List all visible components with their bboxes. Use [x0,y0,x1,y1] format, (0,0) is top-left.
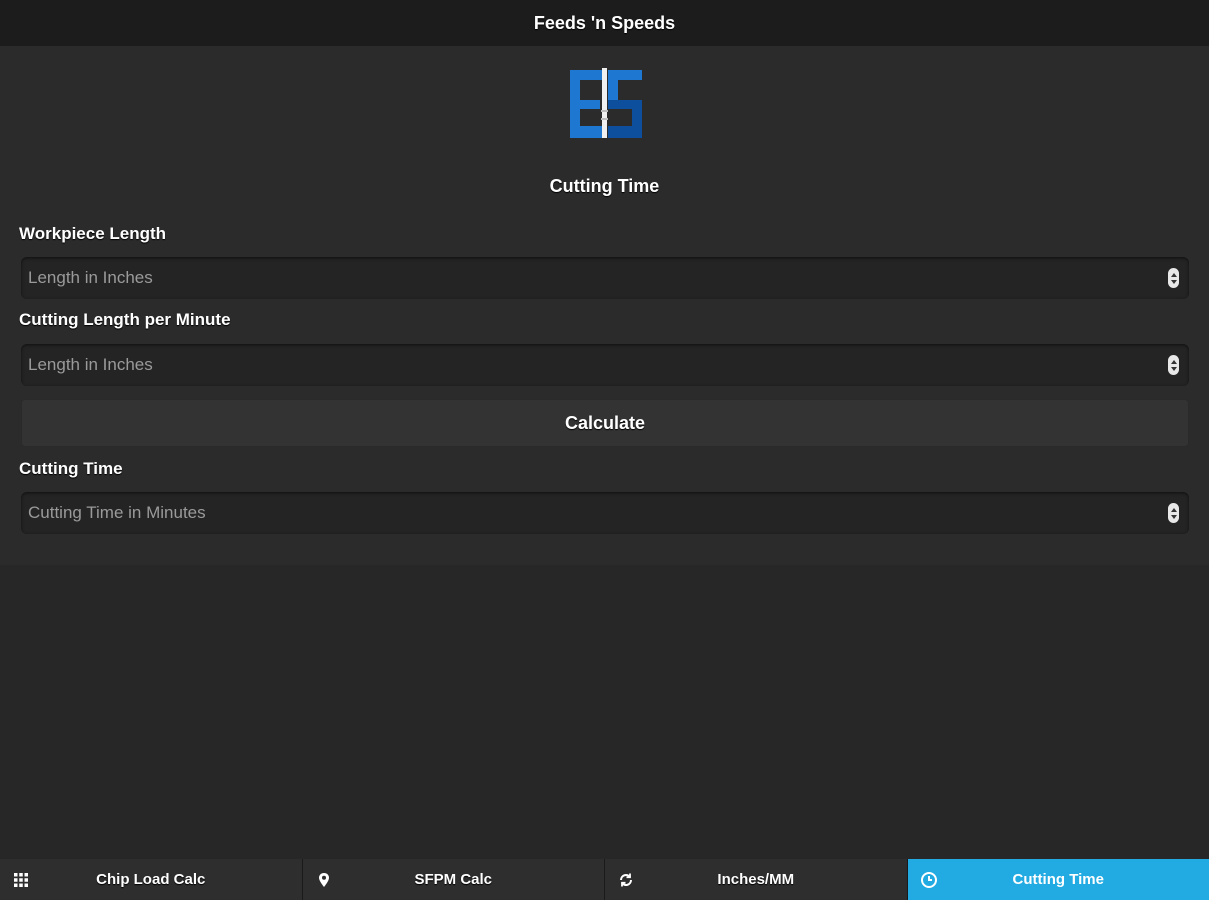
app-header: Feeds 'n Speeds [0,0,1209,46]
tab-inches-mm[interactable]: Inches/MM [604,859,907,900]
grid-icon [12,871,30,889]
map-pin-icon [315,871,333,889]
stepper-down-icon [1170,514,1177,519]
tab-label: Chip Load Calc [96,871,206,888]
tab-label: SFPM Calc [414,871,493,888]
main-content: Cutting Time Workpiece Length Cutting Le… [0,46,1209,565]
tab-cutting-time[interactable]: Cutting Time [906,859,1209,900]
tab-chip-load-calc[interactable]: Chip Load Calc [0,859,302,900]
stepper-up-icon [1170,507,1177,512]
stepper-down-icon [1170,279,1177,284]
stepper-down-icon [1170,366,1177,371]
workpiece-length-input[interactable] [21,257,1189,299]
app-title: Feeds 'n Speeds [533,12,676,33]
cutting-length-per-minute-input[interactable] [21,344,1189,386]
calculate-button[interactable]: Calculate [21,399,1189,447]
page-title: Cutting Time [549,176,660,196]
stepper-up-icon [1170,272,1177,277]
cutting-time-stepper[interactable] [1168,503,1179,523]
cutting-time-field-wrap [21,492,1189,534]
app-window: Feeds 'n Speeds Cutting Time Workpiece L… [0,0,1209,900]
cutting-length-stepper[interactable] [1168,355,1179,375]
cutting-length-field-wrap [21,344,1189,386]
refresh-icon [617,871,635,889]
cutting-time-input[interactable] [21,492,1189,534]
workpiece-length-label: Workpiece Length [19,224,167,243]
tab-sfpm-calc[interactable]: SFPM Calc [301,859,604,900]
bottom-tab-bar: Chip Load Calc SFPM Calc Inches/MM Cutti… [0,859,1209,900]
workpiece-length-field-wrap [21,257,1189,299]
workpiece-length-stepper[interactable] [1168,268,1179,288]
clock-icon [920,871,938,889]
cutting-length-per-minute-label: Cutting Length per Minute [19,310,231,329]
tab-label: Cutting Time [1012,871,1104,888]
stepper-up-icon [1170,359,1177,364]
tab-label: Inches/MM [717,871,795,888]
fs-logo-icon [568,66,644,142]
cutting-time-label: Cutting Time [19,459,123,478]
